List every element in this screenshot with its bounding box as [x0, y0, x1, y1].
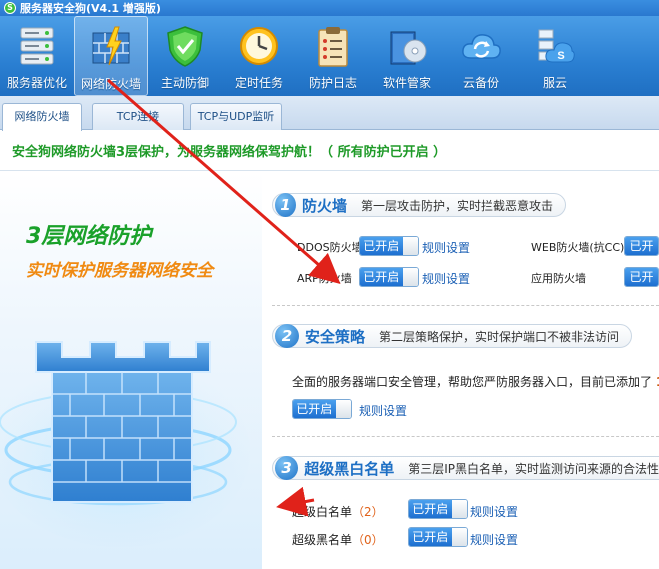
clipboard-icon	[309, 22, 357, 70]
blacklist-label-text: 超级黑名单	[292, 533, 353, 547]
policy-rule-settings-link[interactable]: 规则设置	[359, 402, 407, 419]
section-description: 第一层攻击防护，实时拦截恶意攻击	[360, 198, 553, 213]
toolbar-label: 定时任务	[234, 76, 283, 90]
server-icon	[13, 22, 61, 70]
blacklist-label: 超级黑名单（0）	[292, 531, 384, 548]
title-bar: S 服务器安全狗(V4.1 增强版)	[0, 0, 659, 16]
svg-text:S: S	[557, 50, 564, 62]
section-divider	[272, 436, 659, 437]
policy-description-text: 全面的服务器端口安全管理，帮助您严防服务器入口，目前已添加了	[292, 375, 653, 389]
toggle-knob	[402, 268, 418, 286]
toggle-knob	[451, 528, 467, 546]
section-divider	[272, 305, 659, 306]
blacklist-rule-settings-link[interactable]: 规则设置	[470, 531, 518, 548]
whitelist-toggle[interactable]: 已开启	[408, 499, 468, 519]
whitelist-rule-settings-link[interactable]: 规则设置	[470, 503, 518, 520]
arp-firewall-toggle[interactable]: 已开启	[359, 267, 419, 287]
toolbar-cloud-backup[interactable]: 云备份	[444, 16, 518, 96]
tab-tcp-udp-listen[interactable]: TCP与UDP监听	[190, 103, 282, 130]
main-toolbar: 服务器优化 网络防火墙 主动防御 定时任务 防护日志 软件管家 云备份 S 服云	[0, 16, 659, 96]
blacklist-toggle[interactable]: 已开启	[408, 527, 468, 547]
toolbar-active-defense[interactable]: 主动防御	[148, 16, 222, 96]
tab-bar: 网络防火墙 TCP连接 TCP与UDP监听	[0, 96, 659, 131]
toolbar-scheduled-tasks[interactable]: 定时任务	[222, 16, 296, 96]
app-title: 服务器安全狗(V4.1 增强版)	[20, 2, 161, 15]
status-banner: 安全狗网络防火墙3层保护，为服务器网络保驾护航！（ 所有防护已开启 ）	[0, 131, 659, 171]
toggle-status: 已开启	[409, 500, 452, 518]
section-title: 防火墙	[301, 196, 347, 215]
policy-description: 全面的服务器端口安全管理，帮助您严防服务器入口，目前已添加了 14	[292, 373, 659, 390]
toolbar-label: 软件管家	[382, 76, 431, 90]
section-title: 安全策略	[304, 327, 365, 346]
whitelist-label: 超级白名单（2）	[292, 503, 384, 520]
software-box-icon	[383, 22, 431, 70]
section-lists-header: 3 超级黑白名单 第三层IP黑白名单，实时监测访问来源的合法性	[272, 453, 659, 483]
blacklist-count: （0）	[352, 533, 384, 547]
policy-toggle[interactable]: 已开启	[292, 399, 352, 419]
app-firewall-label: 应用防火墙	[531, 272, 586, 285]
castle-wall-illustration	[0, 341, 250, 547]
arp-rule-settings-link[interactable]: 规则设置	[422, 270, 470, 287]
toggle-status: 已开启	[625, 237, 658, 255]
cloud-s-icon: S	[531, 22, 579, 70]
toggle-status: 已开启	[360, 268, 403, 286]
firewall-icon	[87, 23, 135, 71]
section-number-badge: 3	[275, 456, 299, 480]
section-number-badge: 1	[275, 193, 296, 217]
whitelist-count: （2）	[352, 505, 384, 519]
section-title: 超级黑白名单	[304, 459, 395, 478]
section-policy-header: 2 安全策略 第二层策略保护，实时保护端口不被非法访问	[272, 321, 632, 351]
toolbar-label: 网络防火墙	[80, 77, 141, 91]
web-firewall-label: WEB防火墙(抗CC)	[531, 241, 625, 254]
toggle-knob	[402, 237, 418, 255]
section-firewall-header: 1 防火墙 第一层攻击防护，实时拦截恶意攻击	[272, 190, 566, 220]
toolbar-server-optimize[interactable]: 服务器优化	[0, 16, 74, 96]
clock-icon	[235, 22, 283, 70]
ddos-rule-settings-link[interactable]: 规则设置	[422, 239, 470, 256]
toolbar-cloud-service[interactable]: S 服云	[518, 16, 592, 96]
section-description: 第三层IP黑白名单，实时监测访问来源的合法性	[408, 461, 659, 476]
promo-title: 3层网络防护	[26, 224, 152, 249]
toggle-status: 已开启	[625, 268, 658, 286]
section-number-badge: 2	[275, 324, 299, 348]
toolbar-label: 防护日志	[308, 76, 357, 90]
promo-subtitle: 实时保护服务器网络安全	[26, 261, 213, 281]
tab-network-firewall[interactable]: 网络防火墙	[2, 103, 82, 131]
toggle-knob	[451, 500, 467, 518]
ddos-firewall-toggle[interactable]: 已开启	[359, 236, 419, 256]
whitelist-label-text: 超级白名单	[292, 505, 353, 519]
arp-firewall-label: ARP防火墙	[297, 272, 352, 285]
section-description: 第二层策略保护，实时保护端口不被非法访问	[378, 329, 619, 344]
tab-tcp-connections[interactable]: TCP连接	[92, 103, 184, 130]
toggle-status: 已开启	[293, 400, 336, 418]
toggle-status: 已开启	[409, 528, 452, 546]
toolbar-label: 云备份	[462, 76, 499, 90]
cloud-sync-icon	[457, 22, 505, 70]
toolbar-software-manager[interactable]: 软件管家	[370, 16, 444, 96]
toolbar-label: 主动防御	[160, 76, 209, 90]
web-firewall-toggle[interactable]: 已开启	[624, 236, 659, 256]
toolbar-label: 服务器优化	[6, 76, 67, 90]
toolbar-protection-log[interactable]: 防护日志	[296, 16, 370, 96]
toggle-knob	[335, 400, 351, 418]
app-firewall-toggle[interactable]: 已开启	[624, 267, 659, 287]
toggle-status: 已开启	[360, 237, 403, 255]
ddos-firewall-label: DDOS防火墙	[297, 241, 363, 254]
toolbar-label: 服云	[542, 76, 567, 90]
app-logo-icon: S	[4, 2, 16, 14]
toolbar-network-firewall[interactable]: 网络防火墙	[74, 16, 148, 96]
promo-panel: 3层网络防护 实时保护服务器网络安全	[0, 172, 262, 569]
shield-icon	[161, 22, 209, 70]
